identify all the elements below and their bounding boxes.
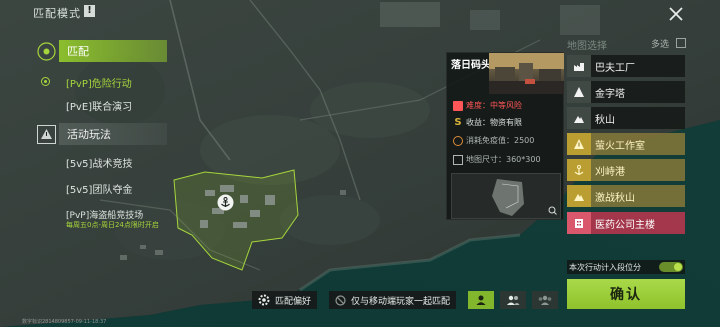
party-duo-button[interactable] (500, 291, 526, 309)
mode-category-match[interactable]: 匹配 (37, 40, 167, 62)
dollar-icon: S (454, 116, 462, 128)
confirm-button[interactable]: 确认 (567, 279, 685, 309)
info-icon[interactable]: ! (84, 5, 95, 17)
event-schedule-text: 每周五0点-周日24点限时开启 (66, 221, 159, 229)
page-title: 匹配模式 (33, 7, 81, 20)
selected-mode-indicator-icon (41, 77, 50, 86)
crosshair-icon (37, 41, 56, 61)
shield-icon (453, 135, 463, 146)
party-solo-button[interactable] (468, 291, 494, 309)
mountain-icon (567, 107, 591, 129)
map-card-title: 落日码头 (451, 60, 491, 71)
close-icon[interactable] (665, 3, 687, 25)
map-item-pharma-hq[interactable]: 医药公司主楼 (567, 212, 685, 234)
mode-item-5v5-tactical[interactable]: [5v5]战术竞技 (66, 155, 132, 170)
map-size-icon (453, 154, 463, 165)
mode-category-label: 匹配 (59, 40, 167, 62)
factory-icon (567, 55, 591, 77)
mode-category-label: 活动玩法 (59, 123, 167, 145)
map-item-battle-mountain[interactable]: 激战秋山 (567, 185, 685, 207)
map-info-card: 落日码头 难度：中等风险 S 收益：物资有限 消耗免疫值：2500 地图尺寸：3… (446, 52, 564, 220)
map-item-harbor[interactable]: 刈峙港 (567, 159, 685, 181)
single-user-icon (476, 295, 486, 305)
map-thumbnail (451, 173, 561, 219)
warning-icon (567, 133, 591, 155)
map-select-title: 地图选择 (567, 41, 607, 52)
building-icon (567, 212, 591, 234)
size-row: 地图尺寸：360*300 (453, 154, 541, 165)
mode-item-5v5-gold[interactable]: [5v5]团队夺金 (66, 181, 132, 196)
session-id-text: 数字标识2814809857-09-11-18:37 (22, 319, 107, 325)
mode-item-pve[interactable]: [PvE]联合演习 (66, 98, 132, 113)
zoom-icon[interactable] (548, 206, 557, 215)
group-users-icon (538, 295, 552, 305)
ranked-toggle[interactable] (659, 262, 683, 272)
danger-icon (453, 100, 463, 111)
map-item-pyramid[interactable]: 金字塔 (567, 81, 685, 103)
pyramid-icon (567, 81, 591, 103)
map-preview-image (489, 53, 564, 94)
warning-icon (37, 124, 56, 144)
block-icon (335, 294, 346, 306)
cost-row: 消耗免疫值：2500 (453, 135, 534, 146)
multi-select-label: 多选 (651, 40, 670, 50)
mode-item-pvp[interactable]: [PvP]危险行动 (66, 75, 132, 90)
gear-icon (258, 294, 270, 306)
anchor-marker-icon[interactable] (217, 194, 234, 211)
multi-select-checkbox[interactable] (676, 38, 686, 48)
difficulty-row: 难度：中等风险 (453, 100, 522, 111)
map-item-firefly-studio[interactable]: 萤火工作室 (567, 133, 685, 155)
map-item-factory[interactable]: 巴夫工厂 (567, 55, 685, 77)
mode-category-event[interactable]: 活动玩法 (37, 123, 167, 145)
map-item-autumn-mountain[interactable]: 秋山 (567, 107, 685, 129)
mountain-icon (567, 185, 591, 207)
mobile-only-toggle-button[interactable]: 仅与移动端玩家一起匹配 (329, 291, 457, 309)
match-preferences-button[interactable]: 匹配偏好 (252, 291, 318, 309)
ranked-label: 本次行动计入段位分 (569, 262, 641, 272)
anchor-icon (567, 159, 591, 181)
party-squad-button[interactable] (532, 291, 558, 309)
two-users-icon (507, 295, 520, 305)
income-row: S 收益：物资有限 (454, 116, 522, 128)
